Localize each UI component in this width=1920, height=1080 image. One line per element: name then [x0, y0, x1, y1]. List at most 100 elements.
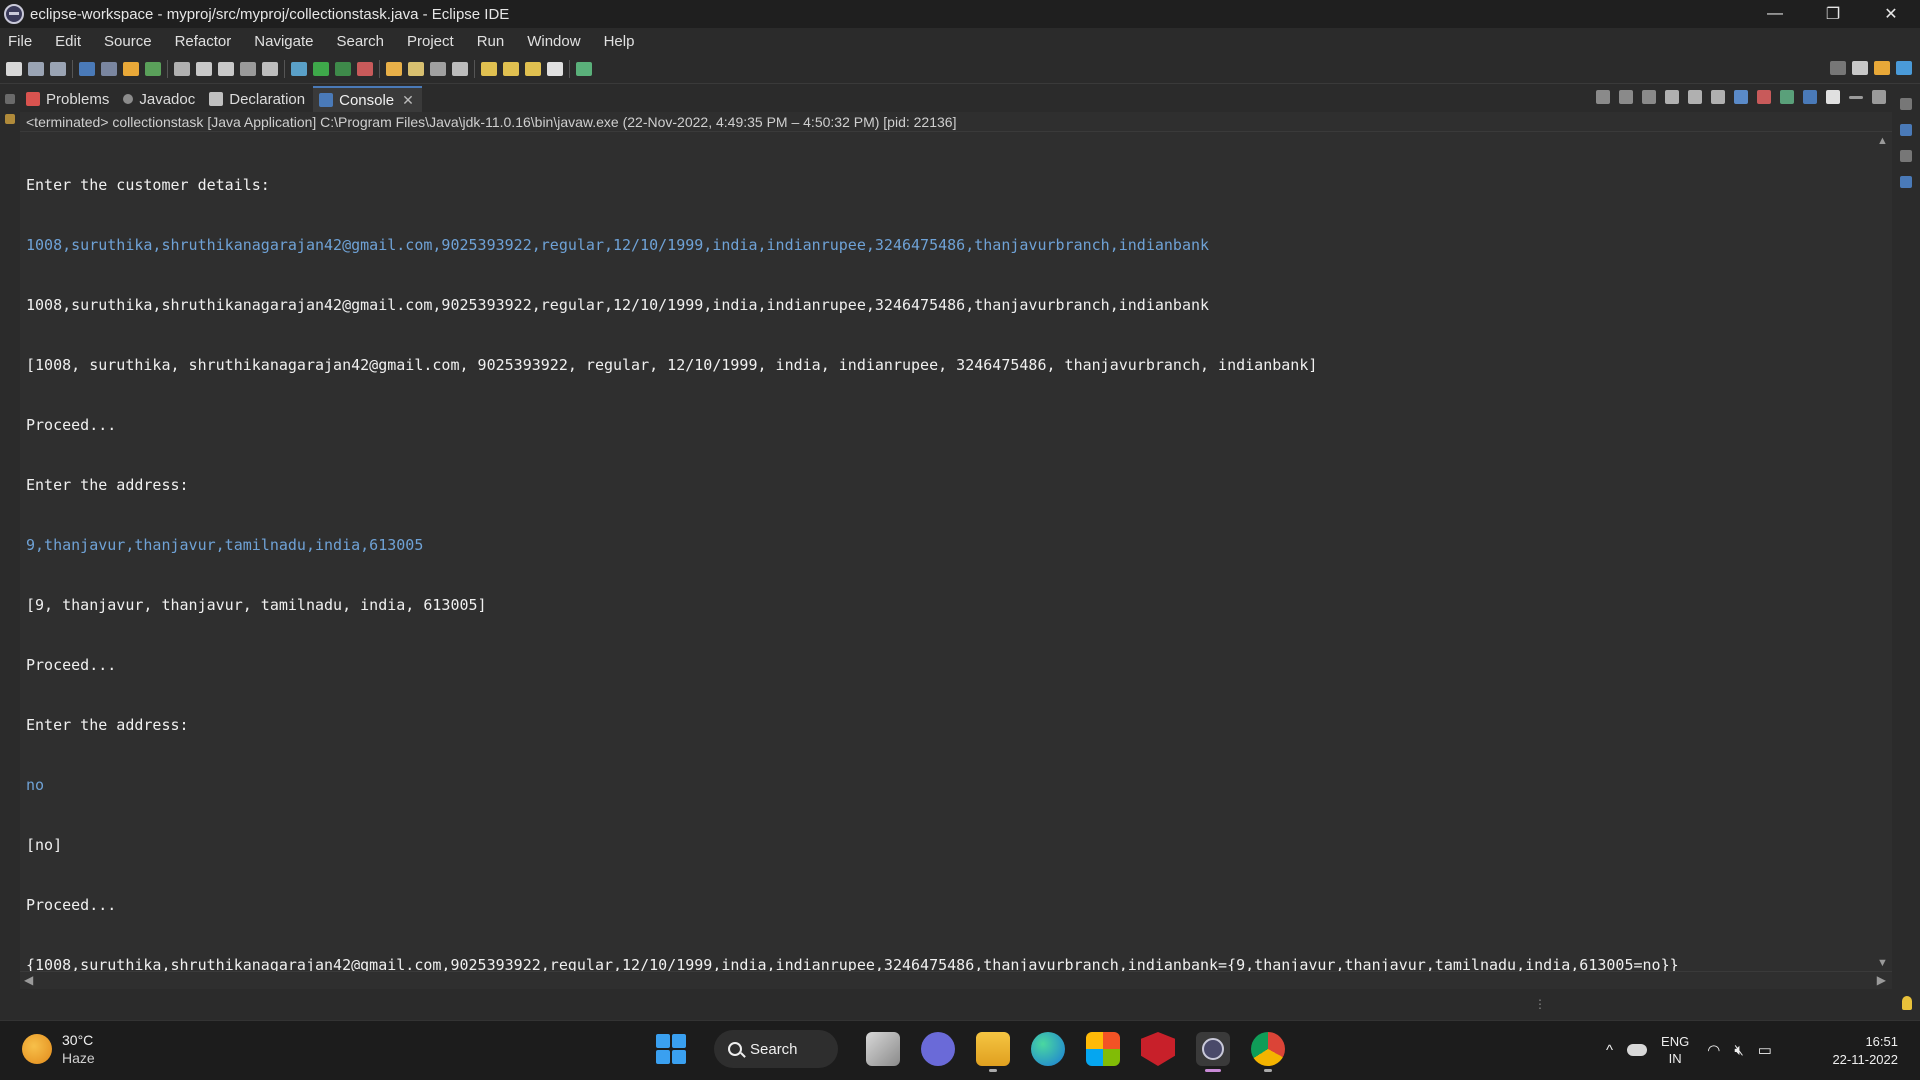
forward-arrow-icon[interactable] [547, 61, 563, 76]
restore-view-icon[interactable] [5, 94, 15, 104]
task-view-icon[interactable] [866, 1032, 900, 1066]
menu-window[interactable]: Window [527, 33, 580, 50]
new-icon[interactable] [6, 61, 22, 76]
toolbar-right [1824, 61, 1912, 75]
refresh-icon[interactable] [145, 61, 161, 76]
menu-file[interactable]: File [8, 33, 32, 50]
display-console-icon[interactable] [1803, 90, 1817, 104]
teams-chat-icon[interactable] [921, 1032, 955, 1066]
search-icon[interactable] [1830, 61, 1846, 75]
edge-icon[interactable] [1031, 1032, 1065, 1066]
terminal-icon[interactable] [79, 61, 95, 76]
minimize-button[interactable]: — [1746, 0, 1804, 28]
menu-edit[interactable]: Edit [55, 33, 81, 50]
language-indicator[interactable]: ENG IN [1661, 1033, 1689, 1067]
run-icon[interactable] [313, 61, 329, 76]
java-perspective-icon[interactable] [1874, 61, 1890, 75]
terminate-icon[interactable] [1596, 90, 1610, 104]
console-output[interactable]: Enter the customer details: 1008,suruthi… [20, 133, 1874, 971]
scroll-up-icon[interactable]: ▲ [1877, 135, 1888, 147]
window-controls: — ❐ ✕ [1746, 0, 1920, 28]
back-arrow-icon[interactable] [525, 61, 541, 76]
show-whitespace-icon[interactable] [240, 61, 256, 76]
close-window-button[interactable]: ✕ [1862, 0, 1920, 28]
wifi-icon[interactable]: ◠ [1707, 1041, 1720, 1059]
menu-search[interactable]: Search [336, 33, 384, 50]
restore-button[interactable]: ❐ [1804, 0, 1862, 28]
search-tool-icon[interactable] [408, 61, 424, 76]
more-icon[interactable]: ⋮ [1534, 997, 1546, 1011]
open-console-icon[interactable] [1826, 90, 1840, 104]
debug-perspective-icon[interactable] [1896, 61, 1912, 75]
menu-refactor[interactable]: Refactor [175, 33, 232, 50]
toggle-comment-icon[interactable] [174, 61, 190, 76]
menu-source[interactable]: Source [104, 33, 152, 50]
new-java-project-icon[interactable] [123, 61, 139, 76]
menu-help[interactable]: Help [604, 33, 635, 50]
clock-date: 22-11-2022 [1832, 1052, 1898, 1067]
open-perspective-icon[interactable] [576, 61, 592, 76]
outline-icon[interactable] [1900, 124, 1912, 136]
package-explorer-icon[interactable] [5, 114, 15, 124]
chrome-icon[interactable] [1251, 1032, 1285, 1072]
remove-launch-icon[interactable] [1619, 90, 1633, 104]
onedrive-cloud-icon[interactable] [1627, 1044, 1648, 1056]
scroll-down-icon[interactable]: ▼ [1877, 957, 1888, 969]
pin-console-icon[interactable] [1780, 90, 1794, 104]
scroll-lock-icon[interactable] [1688, 90, 1702, 104]
show-on-output-icon[interactable] [1734, 90, 1748, 104]
vertical-scrollbar[interactable]: ▲ ▼ [1874, 133, 1892, 971]
restore-view-icon[interactable] [1900, 98, 1912, 110]
taskbar-search-button[interactable]: Search [714, 1030, 838, 1068]
menu-run[interactable]: Run [477, 33, 505, 50]
region-code: IN [1668, 1051, 1682, 1066]
minimize-view-icon[interactable] [1849, 96, 1863, 99]
tab-problems[interactable]: Problems [20, 86, 117, 112]
tab-console[interactable]: Console ✕ [313, 86, 422, 112]
perspective-icon[interactable] [1852, 61, 1868, 75]
pin-icon[interactable] [452, 61, 468, 76]
last-edit-icon[interactable] [481, 61, 497, 76]
word-wrap-icon[interactable] [1711, 90, 1725, 104]
weather-widget[interactable]: 30°C Haze [22, 1031, 95, 1067]
block-select-icon[interactable] [218, 61, 234, 76]
remove-all-terminated-icon[interactable] [1642, 90, 1656, 104]
external-tools-icon[interactable] [357, 61, 373, 76]
pilcrow-icon[interactable] [262, 61, 278, 76]
windows-start-icon[interactable] [656, 1034, 686, 1064]
coverage-icon[interactable] [335, 61, 351, 76]
horizontal-scrollbar[interactable]: ◀ ▶ [20, 971, 1892, 989]
tray-chevron-icon[interactable]: ^ [1606, 1042, 1613, 1059]
menu-navigate[interactable]: Navigate [254, 33, 313, 50]
skip-breakpoints-icon[interactable] [101, 61, 117, 76]
menu-project[interactable]: Project [407, 33, 454, 50]
mark-occurrences-icon[interactable] [196, 61, 212, 76]
tab-declaration[interactable]: Declaration [203, 86, 313, 112]
maximize-view-icon[interactable] [1872, 90, 1886, 104]
clear-console-icon[interactable] [1665, 90, 1679, 104]
annotation-icon[interactable] [430, 61, 446, 76]
open-type-icon[interactable] [386, 61, 402, 76]
save-all-icon[interactable] [50, 61, 66, 76]
show-on-error-icon[interactable] [1757, 90, 1771, 104]
toolbar-separator [284, 59, 285, 78]
taskbar-apps: Search [656, 1030, 1306, 1072]
next-edit-icon[interactable] [503, 61, 519, 76]
battery-charging-icon[interactable]: ▭ [1758, 1041, 1772, 1059]
task-list-icon[interactable] [1900, 150, 1912, 162]
scroll-right-icon[interactable]: ▶ [1877, 973, 1886, 987]
save-icon[interactable] [28, 61, 44, 76]
javadoc-icon [123, 94, 134, 104]
tip-bulb-icon[interactable] [1902, 996, 1912, 1010]
scroll-left-icon[interactable]: ◀ [24, 973, 33, 987]
debug-icon[interactable] [291, 61, 307, 76]
system-clock[interactable]: 16:51 22-11-2022 [1832, 1033, 1898, 1069]
minimized-view-icon[interactable] [1900, 176, 1912, 188]
tab-javadoc[interactable]: Javadoc [117, 86, 203, 112]
close-icon[interactable]: ✕ [402, 92, 414, 109]
mcafee-icon[interactable] [1141, 1032, 1175, 1066]
file-explorer-icon[interactable] [976, 1032, 1010, 1072]
store-icon[interactable] [1086, 1032, 1120, 1066]
eclipse-taskbar-button[interactable] [1196, 1032, 1230, 1072]
volume-muted-icon[interactable]: 🔇︎ [1734, 1042, 1743, 1059]
